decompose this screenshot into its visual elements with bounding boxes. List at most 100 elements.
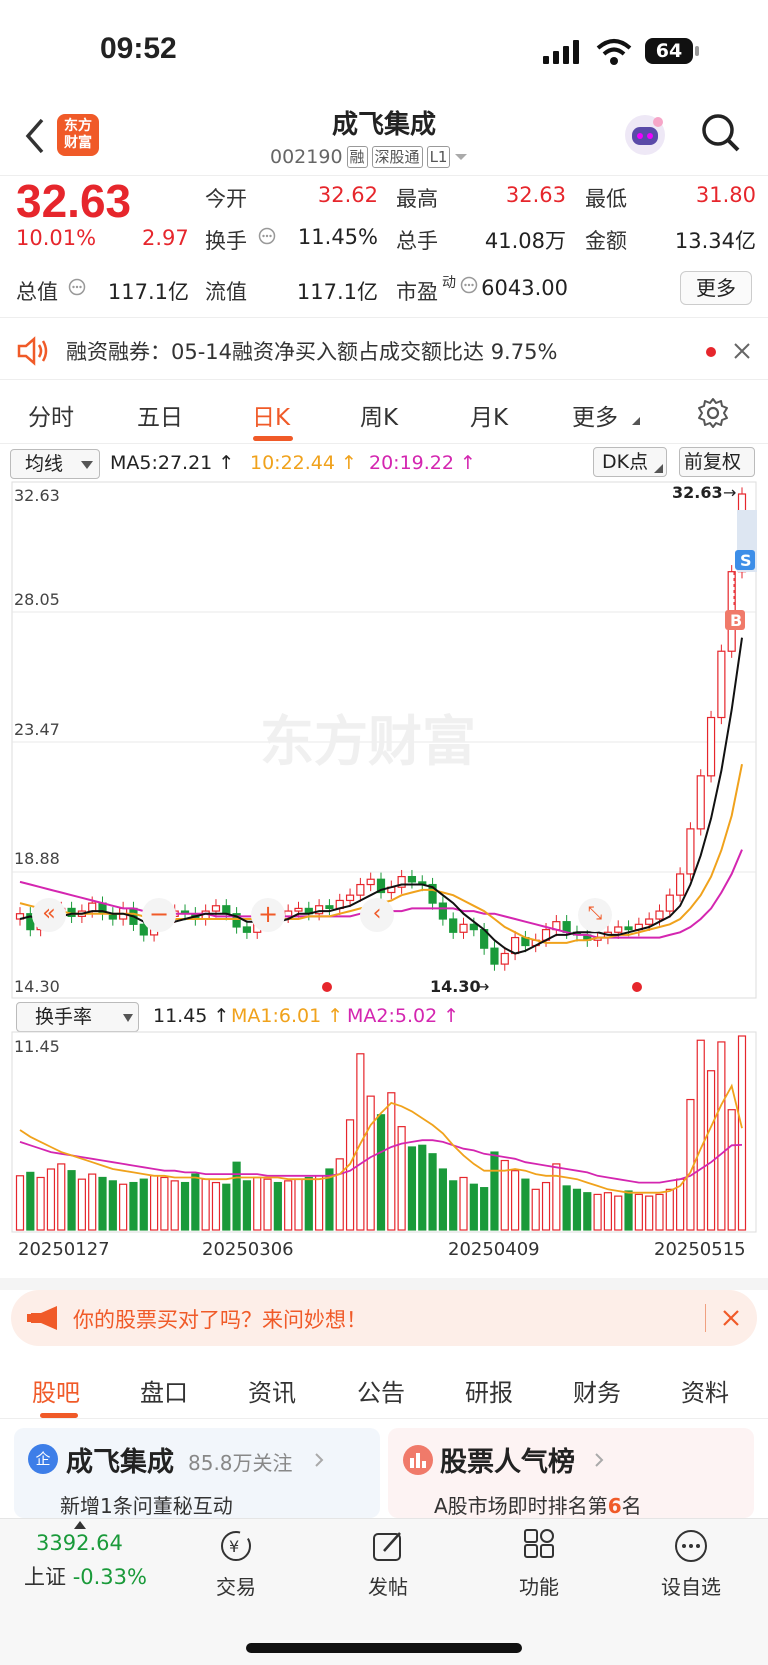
turnover-bar-down: [180, 1181, 190, 1231]
turnover-bar-up: [315, 1175, 324, 1231]
stat-value-turnover: 11.45%: [297, 225, 378, 249]
tab-daily-k[interactable]: 日K: [252, 398, 290, 432]
ma-indicator-bar: 均线 MA5:27.21 ↑ 10:22.44 ↑ 20:19.22 ↑ DK点…: [0, 444, 768, 480]
stock-code-row[interactable]: 002190 融 深股通 L1: [270, 146, 468, 168]
index-value[interactable]: 3392.64: [36, 1531, 123, 1555]
candle-up: [717, 650, 726, 719]
stock-forum-card[interactable]: 企 成飞集成 85.8万关注 新增1条问董秘互动: [14, 1428, 380, 1518]
high-marker-arrow: →: [723, 483, 736, 502]
zoom-in-button[interactable]: +: [251, 898, 285, 932]
section-divider: [0, 1278, 768, 1290]
candle-up: [696, 775, 705, 830]
turnover-bar-down: [242, 1180, 252, 1231]
close-icon[interactable]: [733, 342, 751, 360]
turnover-selector[interactable]: 换手率: [16, 1002, 139, 1032]
turnover-bar-up: [387, 1092, 396, 1231]
scroll-left-button[interactable]: ‹: [360, 898, 394, 932]
turnover-bar-up: [284, 1180, 293, 1231]
fullscreen-button[interactable]: ⤡: [578, 898, 612, 932]
candle-up: [294, 907, 303, 912]
turnover-bar-up: [88, 1173, 97, 1231]
turnover-bar-down: [407, 1146, 417, 1231]
dk-point-label: DK点: [602, 451, 649, 473]
turnover-ma1: MA1:6.01 ↑: [231, 1005, 344, 1027]
date-label-3: 20250409: [448, 1239, 540, 1260]
popularity-desc: A股市场即时排名第6名: [434, 1490, 642, 1519]
tab-more-caret-icon: [632, 417, 640, 425]
tab-monthly-k[interactable]: 月K: [470, 398, 508, 432]
turnover-bar-up: [57, 1163, 66, 1231]
info-icon[interactable]: [68, 278, 86, 296]
turnover-bar-up: [510, 1170, 520, 1231]
tab-news[interactable]: 资讯: [248, 1373, 296, 1408]
settings-icon[interactable]: [697, 397, 729, 429]
tab-research[interactable]: 研报: [465, 1373, 513, 1408]
zoom-out-button[interactable]: −: [142, 898, 176, 932]
tab-forum[interactable]: 股吧: [32, 1373, 80, 1408]
grid-icon: [524, 1529, 554, 1558]
stat-label-pe-sup: 动: [442, 275, 456, 291]
tab-announcements[interactable]: 公告: [357, 1373, 405, 1408]
status-bar: 09:52 64: [0, 0, 768, 100]
edit-icon: [373, 1532, 401, 1561]
turnover-bar-up: [397, 1126, 406, 1231]
nav-post[interactable]: 发帖: [333, 1529, 443, 1600]
more-dots-icon: [675, 1530, 707, 1562]
index-row[interactable]: 上证 -0.33%: [24, 1561, 147, 1591]
change-amount: 2.97: [142, 226, 189, 250]
nav-functions[interactable]: 功能: [484, 1529, 594, 1600]
turnover-bar-up: [665, 1188, 674, 1231]
candle-up: [500, 952, 509, 965]
battery-tip: [695, 46, 699, 56]
turnover-bar-up: [655, 1193, 664, 1231]
tab-more[interactable]: 更多: [572, 398, 618, 432]
battery-icon: 64: [645, 38, 693, 64]
robot-assistant-icon[interactable]: [622, 112, 668, 158]
turnover-bar-down: [273, 1181, 282, 1231]
candle-down: [469, 923, 478, 931]
candle-down: [222, 905, 231, 915]
tab-order-book[interactable]: 盘口: [140, 1373, 188, 1408]
scroll-left-fast-button[interactable]: «: [32, 898, 66, 932]
margin-notice-bar[interactable]: 融资融券：05-14融资净买入额占成交额比达 9.75%: [0, 320, 768, 380]
popularity-card[interactable]: 股票人气榜 A股市场即时排名第6名: [388, 1428, 754, 1518]
turnover-bar-down: [191, 1173, 200, 1231]
info-icon[interactable]: [258, 227, 276, 245]
turnover-bar-down: [98, 1176, 107, 1231]
turnover-bar-up: [263, 1178, 272, 1231]
ad-divider: [705, 1304, 706, 1332]
more-stats-button[interactable]: 更多: [680, 271, 752, 305]
candle-up: [665, 894, 674, 912]
turnover-chart[interactable]: 11.45 20250127 20250306 20250409 2025051…: [0, 1030, 768, 1268]
tab-five-day[interactable]: 五日: [137, 398, 183, 432]
active-tab-indicator: [40, 1413, 78, 1418]
candle-up: [676, 873, 685, 896]
tag-margin: 融: [346, 146, 368, 168]
stat-label-amount: 金额: [585, 229, 627, 253]
close-icon[interactable]: [722, 1309, 740, 1327]
tab-financials[interactable]: 财务: [573, 1373, 621, 1408]
candle-up: [510, 936, 520, 955]
ai-ad-banner[interactable]: 你的股票买对了吗？来问妙想！: [11, 1290, 757, 1346]
dk-point-button[interactable]: DK点: [593, 447, 667, 477]
tab-intraday[interactable]: 分时: [28, 398, 74, 432]
tab-profile[interactable]: 资料: [681, 1373, 729, 1408]
tab-weekly-k[interactable]: 周K: [360, 398, 398, 432]
ma-selector[interactable]: 均线: [10, 449, 100, 479]
signal-icon: [543, 40, 579, 64]
kline-chart[interactable]: 东方财富 32.63 28.05 23.47 18.88 14.30 32.63…: [0, 480, 768, 1000]
turnover-bar-up: [552, 1163, 561, 1231]
stat-value-open: 32.62: [317, 183, 378, 207]
nav-trade[interactable]: ¥ 交易: [181, 1529, 291, 1600]
nav-add-watchlist[interactable]: 设自选: [636, 1529, 746, 1600]
adjust-button[interactable]: 前复权: [679, 447, 755, 477]
turnover-value-text: 11.45: [153, 1005, 208, 1027]
status-time: 09:52: [100, 32, 177, 65]
active-tab-indicator: [253, 436, 293, 441]
card-followers: 85.8万关注: [188, 1451, 293, 1475]
turnover-bar-down: [480, 1187, 489, 1231]
turnover-bar-down: [449, 1180, 458, 1231]
stat-value-float-cap: 117.1亿: [296, 280, 378, 304]
turnover-bar-up: [160, 1176, 169, 1231]
search-icon[interactable]: [700, 112, 742, 154]
